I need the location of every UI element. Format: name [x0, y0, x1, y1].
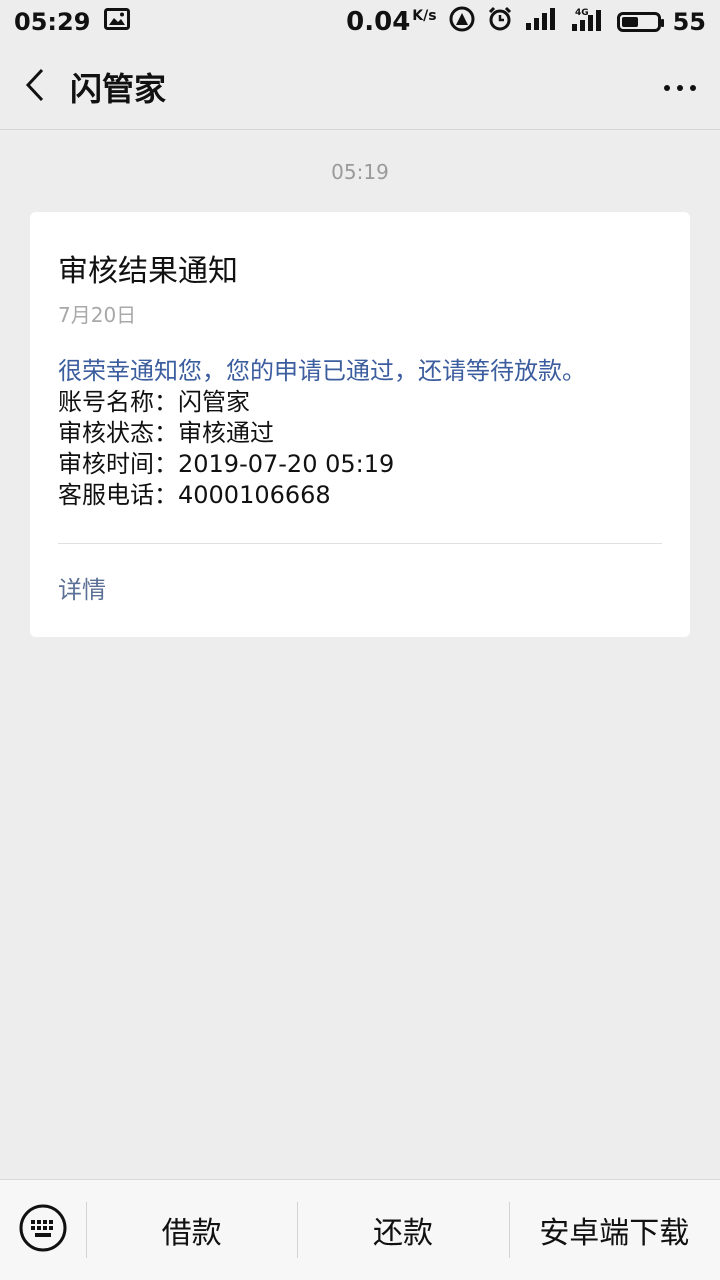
alarm-icon	[487, 6, 513, 38]
status-right: 0.04 K/s 4G 55	[346, 6, 706, 38]
status-time: 05:29	[14, 8, 91, 36]
card-title: 审核结果通知	[58, 254, 238, 289]
card-line-time: 审核时间：2019-07-20 05:19	[58, 450, 395, 478]
message-timestamp: 05:19	[331, 160, 389, 184]
battery-fill	[621, 17, 639, 27]
status-bar: 05:29 0.04 K/s 4G 55	[0, 0, 720, 44]
page-title: 闪管家	[70, 69, 167, 108]
card-date: 7月20日	[58, 303, 137, 327]
menu-item-repay[interactable]: 还款	[297, 1180, 508, 1280]
more-dots-icon	[663, 77, 697, 96]
battery-icon	[616, 12, 664, 32]
network-speed: 0.04 K/s	[346, 7, 437, 37]
hotspot-icon	[449, 6, 475, 38]
more-button[interactable]	[640, 44, 720, 130]
nav-bar: 闪管家	[0, 44, 720, 130]
menu-item-borrow[interactable]: 借款	[86, 1180, 297, 1280]
card-line-phone: 客服电话：4000106668	[58, 481, 331, 509]
keyboard-toggle-button[interactable]	[0, 1180, 86, 1280]
chevron-left-icon	[25, 68, 45, 106]
notification-card[interactable]: 审核结果通知 7月20日 很荣幸通知您，您的申请已通过，还请等待放款。 账号名称…	[30, 212, 690, 637]
keyboard-icon	[18, 1203, 68, 1257]
battery-level: 55	[672, 8, 706, 36]
back-button[interactable]	[0, 44, 70, 130]
signal-icon	[525, 7, 559, 37]
card-line-account: 账号名称：闪管家	[58, 388, 250, 416]
menu-item-android-download[interactable]: 安卓端下载	[508, 1180, 720, 1280]
card-line-status: 审核状态：审核通过	[58, 419, 274, 447]
bottom-menu-bar: 借款 还款 安卓端下载	[0, 1179, 720, 1280]
detail-link[interactable]: 详情	[58, 544, 662, 636]
card-intro: 很荣幸通知您，您的申请已通过，还请等待放款。	[58, 357, 586, 385]
image-notification-icon	[104, 8, 131, 36]
status-left: 05:29	[14, 8, 131, 36]
svg-text:4G: 4G	[575, 8, 589, 18]
signal-4g-icon: 4G	[571, 6, 605, 38]
